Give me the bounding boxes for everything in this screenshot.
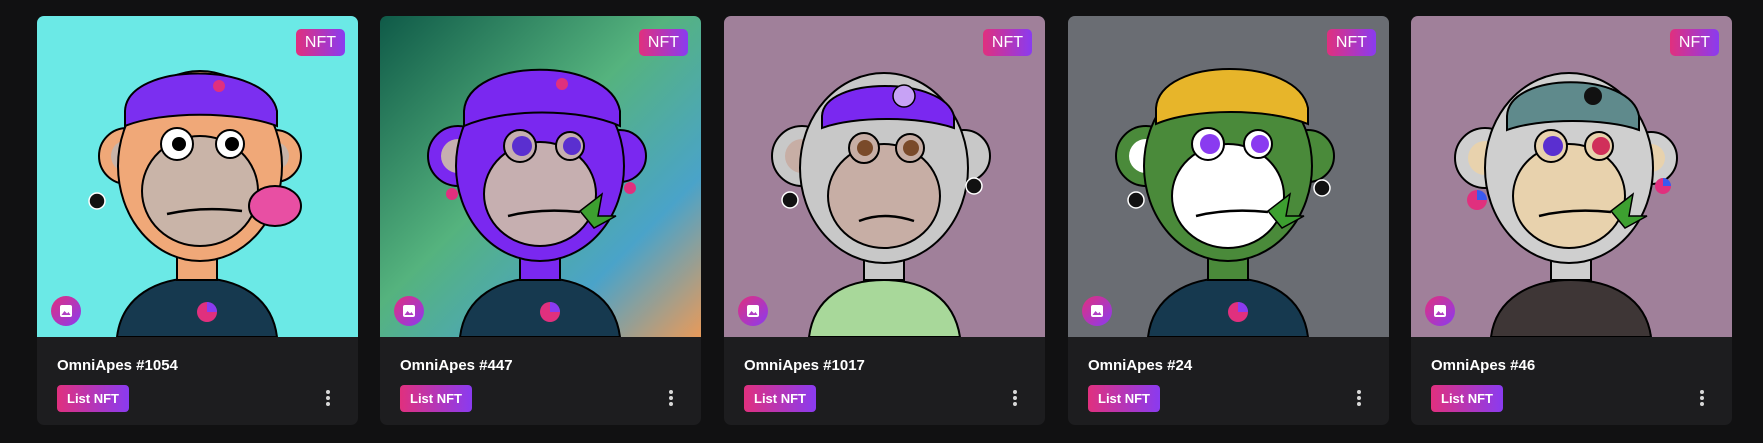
nft-artwork[interactable]: NFT — [1411, 16, 1732, 337]
image-icon — [394, 296, 424, 326]
nft-title: OmniApes #46 — [1431, 357, 1536, 374]
nft-card[interactable]: NFT OmniApes #447 List NFT — [380, 16, 701, 425]
list-nft-button[interactable]: List NFT — [1088, 385, 1160, 412]
ape-illustration — [1068, 16, 1389, 337]
nft-title: OmniApes #447 — [400, 357, 513, 374]
list-nft-button[interactable]: List NFT — [744, 385, 816, 412]
nft-card[interactable]: NFT OmniApes #24 List NFT — [1068, 16, 1389, 425]
nft-artwork[interactable]: NFT — [724, 16, 1045, 337]
ape-illustration — [380, 16, 701, 337]
more-options-icon[interactable] — [1351, 387, 1367, 409]
ape-illustration — [1411, 16, 1732, 337]
nft-grid: NFT OmniApes #1054 List NFT NFT OmniApes… — [0, 0, 1763, 443]
nft-card[interactable]: NFT OmniApes #1017 List NFT — [724, 16, 1045, 425]
nft-badge: NFT — [1326, 29, 1376, 56]
list-nft-button[interactable]: List NFT — [57, 385, 129, 412]
nft-badge: NFT — [295, 29, 345, 56]
image-icon — [1082, 296, 1112, 326]
more-options-icon[interactable] — [663, 387, 679, 409]
nft-badge: NFT — [638, 29, 688, 56]
image-icon — [51, 296, 81, 326]
ape-illustration — [37, 16, 358, 337]
list-nft-button[interactable]: List NFT — [400, 385, 472, 412]
nft-title: OmniApes #24 — [1088, 357, 1193, 374]
image-icon — [738, 296, 768, 326]
more-options-icon[interactable] — [1007, 387, 1023, 409]
list-nft-button[interactable]: List NFT — [1431, 385, 1503, 412]
nft-card[interactable]: NFT OmniApes #46 List NFT — [1411, 16, 1732, 425]
more-options-icon[interactable] — [1694, 387, 1710, 409]
nft-artwork[interactable]: NFT — [1068, 16, 1389, 337]
nft-badge: NFT — [982, 29, 1032, 56]
image-icon — [1425, 296, 1455, 326]
nft-badge: NFT — [1669, 29, 1719, 56]
nft-artwork[interactable]: NFT — [37, 16, 358, 337]
nft-card[interactable]: NFT OmniApes #1054 List NFT — [37, 16, 358, 425]
nft-title: OmniApes #1017 — [744, 357, 865, 374]
nft-artwork[interactable]: NFT — [380, 16, 701, 337]
nft-title: OmniApes #1054 — [57, 357, 178, 374]
ape-illustration — [724, 16, 1045, 337]
more-options-icon[interactable] — [320, 387, 336, 409]
